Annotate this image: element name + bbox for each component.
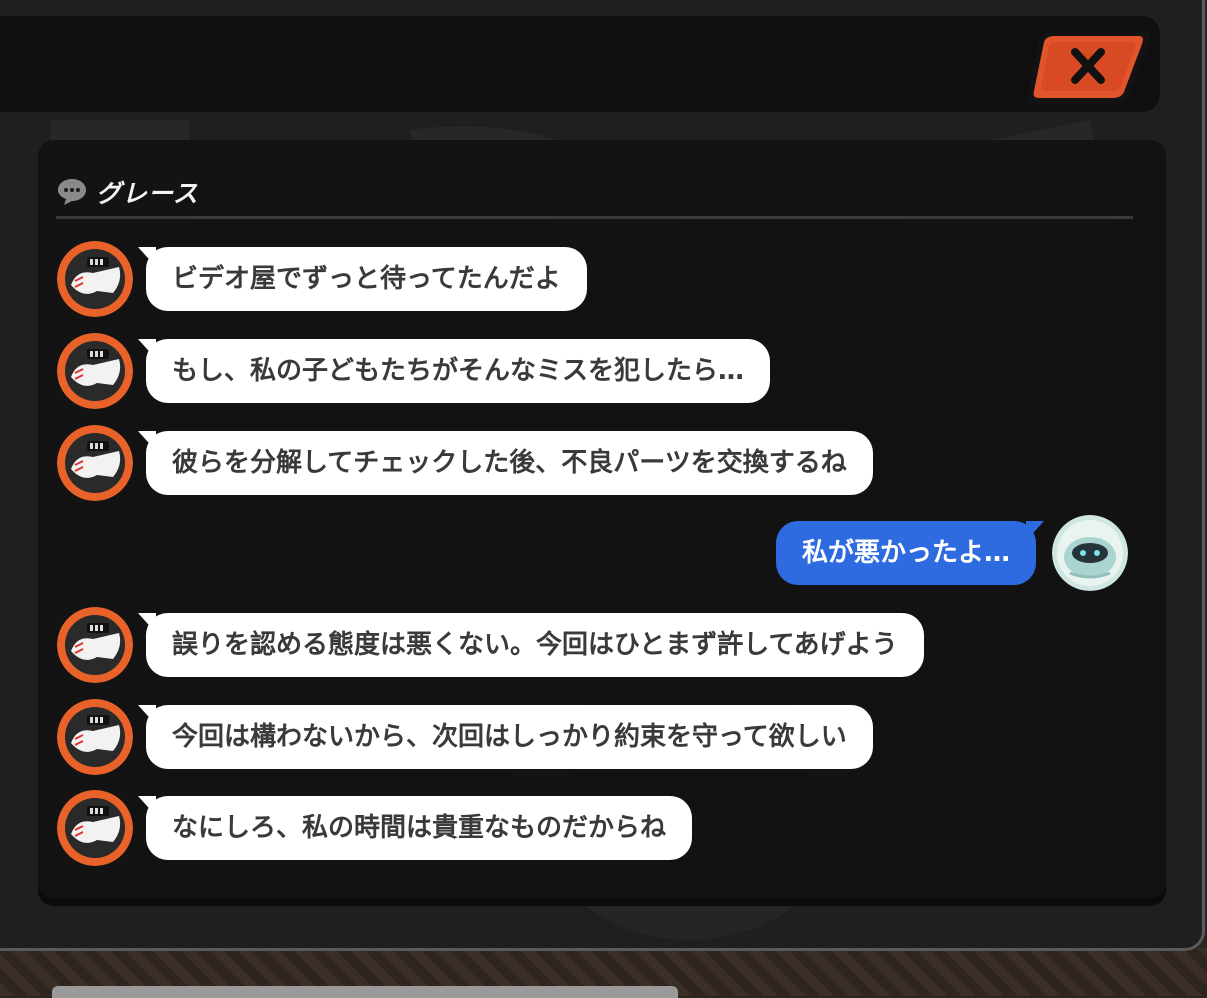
bangboo-avatar-icon — [1052, 515, 1128, 591]
player-message-bubble: 私が悪かったよ… — [775, 521, 1045, 585]
grace-avatar-icon — [57, 699, 133, 775]
message-row: もし、私の子どもたちがそんなミスを犯したら… — [0, 333, 1207, 413]
close-button[interactable] — [1025, 28, 1151, 108]
grace-avatar-icon — [57, 241, 133, 317]
grace-avatar-icon — [57, 790, 133, 866]
grace-avatar — [57, 607, 133, 683]
grace-avatar — [57, 425, 133, 501]
chat-title: グレース — [96, 179, 199, 208]
grace-avatar — [57, 790, 133, 866]
npc-message-bubble: 今回は構わないから、次回はしっかり約束を守って欲しい — [138, 705, 873, 769]
header-divider — [56, 216, 1133, 219]
grace-avatar-icon — [57, 333, 133, 409]
grace-avatar — [57, 333, 133, 409]
message-row: 誤りを認める態度は悪くない。今回はひとまず許してあげよう — [0, 607, 1207, 687]
message-row: 今回は構わないから、次回はしっかり約束を守って欲しい — [0, 699, 1207, 779]
player-avatar — [1052, 515, 1128, 591]
npc-message-bubble: なにしろ、私の時間は貴重なものだからね — [137, 796, 693, 860]
message-row: 彼らを分解してチェックした後、不良パーツを交換するね — [0, 425, 1207, 505]
header-bar — [0, 16, 1160, 112]
grace-avatar — [57, 241, 133, 317]
grace-avatar-icon — [57, 425, 133, 501]
grace-avatar — [57, 699, 133, 775]
message-row: なにしろ、私の時間は貴重なものだからね — [0, 790, 1207, 870]
bottom-handle — [52, 986, 678, 998]
message-row: 私が悪かったよ… — [0, 515, 1207, 595]
npc-message-bubble: 誤りを認める態度は悪くない。今回はひとまず許してあげよう — [138, 613, 924, 677]
grace-avatar-icon — [57, 607, 133, 683]
chat-header: グレース — [56, 176, 199, 208]
message-row: ビデオ屋でずっと待ってたんだよ — [0, 241, 1207, 321]
close-icon — [1027, 32, 1151, 104]
chat-bubble-icon — [58, 179, 86, 205]
npc-message-bubble: もし、私の子どもたちがそんなミスを犯したら… — [137, 339, 771, 403]
npc-message-bubble: 彼らを分解してチェックした後、不良パーツを交換するね — [138, 431, 873, 495]
npc-message-bubble: ビデオ屋でずっと待ってたんだよ — [138, 247, 587, 311]
